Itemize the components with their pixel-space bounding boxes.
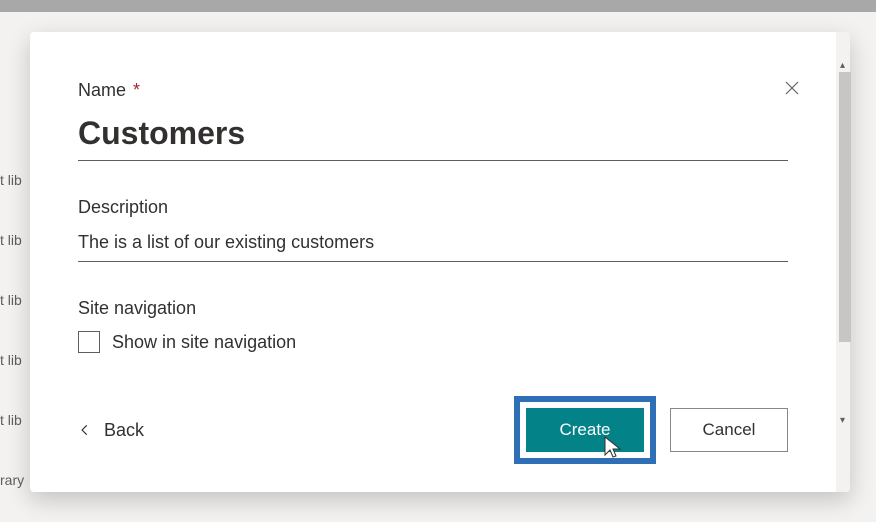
create-list-modal: Name * Description Site navigation Show … xyxy=(30,32,850,492)
close-icon xyxy=(783,79,801,97)
description-input[interactable] xyxy=(78,226,788,262)
name-label: Name * xyxy=(78,80,788,101)
scroll-down-icon[interactable]: ▾ xyxy=(840,415,845,426)
list-item: t lib xyxy=(0,330,24,390)
description-field-block: Description xyxy=(78,197,788,262)
create-button[interactable]: Create xyxy=(526,408,644,452)
footer-right-buttons: Create Cancel xyxy=(514,396,788,464)
back-button[interactable]: Back xyxy=(78,420,144,441)
top-bar xyxy=(0,0,876,12)
site-navigation-heading: Site navigation xyxy=(78,298,788,319)
required-asterisk: * xyxy=(133,80,140,100)
description-label: Description xyxy=(78,197,788,218)
cancel-button[interactable]: Cancel xyxy=(670,408,788,452)
show-in-nav-row: Show in site navigation xyxy=(78,331,788,353)
show-in-nav-checkbox[interactable] xyxy=(78,331,100,353)
list-item: rary xyxy=(0,450,24,510)
create-highlight-box: Create xyxy=(514,396,656,464)
scroll-up-icon[interactable]: ▴ xyxy=(840,60,845,71)
modal-footer: Back Create Cancel xyxy=(78,396,788,464)
close-button[interactable] xyxy=(778,74,806,102)
chevron-left-icon xyxy=(78,423,92,437)
name-field-block: Name * xyxy=(78,80,788,161)
site-navigation-section: Site navigation Show in site navigation xyxy=(78,298,788,353)
list-item: t lib xyxy=(0,210,24,270)
list-item: t lib xyxy=(0,270,24,330)
scrollbar-track[interactable]: ▴ ▾ xyxy=(836,32,850,492)
name-label-text: Name xyxy=(78,80,126,100)
background-list: t lib t lib t lib t lib t lib rary xyxy=(0,150,24,510)
modal-content: Name * Description Site navigation Show … xyxy=(30,32,836,492)
back-label: Back xyxy=(104,420,144,441)
list-item: t lib xyxy=(0,390,24,450)
scrollbar-thumb[interactable] xyxy=(839,72,851,342)
list-item: t lib xyxy=(0,150,24,210)
show-in-nav-label: Show in site navigation xyxy=(112,332,296,353)
name-input[interactable] xyxy=(78,109,788,161)
